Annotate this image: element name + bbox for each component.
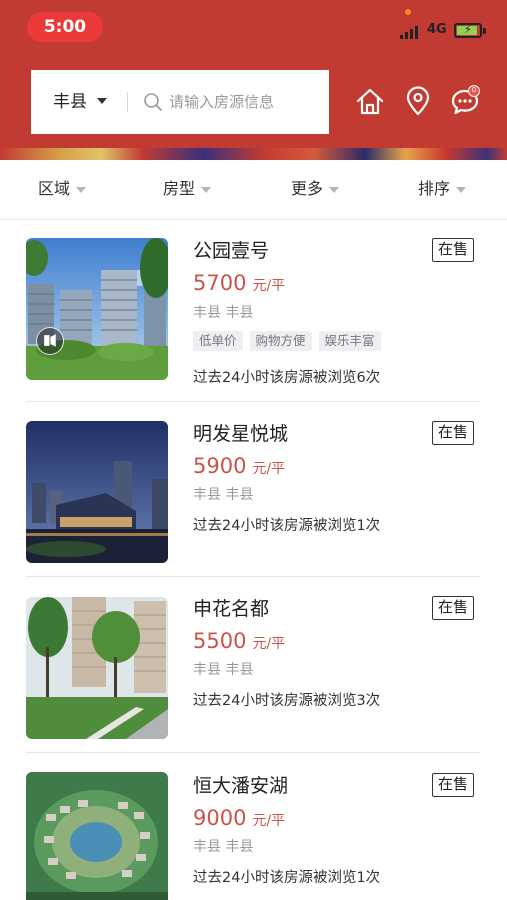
listing-name[interactable]: 申花名都 <box>193 594 269 621</box>
listing-views: 过去24小时该房源被浏览1次 <box>193 518 381 534</box>
filter-room-type[interactable]: 房型 <box>163 160 212 220</box>
tag: 低单价 <box>193 331 243 351</box>
listing-price: 5900 元/平 <box>193 454 285 478</box>
tag: 购物方便 <box>249 331 312 351</box>
search-input[interactable] <box>169 88 319 116</box>
listing-item[interactable]: 恒大潘安湖 在售 9000 元/平 丰县 丰县 过去24小时该房源被浏览1次 <box>0 754 507 900</box>
listing-name[interactable]: 恒大潘安湖 <box>193 771 288 798</box>
listing-location: 丰县 丰县 <box>193 487 254 503</box>
listing-price: 5700 元/平 <box>193 271 285 295</box>
listing-photo[interactable] <box>26 421 168 563</box>
signal-icon <box>400 26 418 39</box>
status-badge: 在售 <box>432 238 474 262</box>
network-type: 4G <box>427 22 447 37</box>
banner-image[interactable] <box>0 148 507 160</box>
chevron-down-icon[interactable] <box>97 98 107 104</box>
listing-photo[interactable] <box>26 772 168 900</box>
listing-tags: 低单价 购物方便 娱乐丰富 <box>193 331 381 351</box>
price-value: 9000 <box>193 806 247 830</box>
listing-views: 过去24小时该房源被浏览3次 <box>193 693 381 709</box>
video-icon[interactable] <box>36 327 64 355</box>
listing-photo[interactable] <box>26 597 168 739</box>
home-icon[interactable] <box>355 86 385 116</box>
listing-location: 丰县 丰县 <box>193 839 254 855</box>
filter-region[interactable]: 区域 <box>38 160 87 220</box>
listing-views: 过去24小时该房源被浏览1次 <box>193 870 381 886</box>
listing-views: 过去24小时该房源被浏览6次 <box>193 370 381 386</box>
listing-name[interactable]: 公园壹号 <box>193 236 269 263</box>
search-icon <box>144 93 162 111</box>
battery-cap <box>483 28 486 34</box>
listing-item[interactable]: 公园壹号 在售 5700 元/平 丰县 丰县 低单价 购物方便 娱乐丰富 过去24… <box>0 221 507 397</box>
battery-icon: ⚡ <box>454 23 482 38</box>
status-time: 5:00 <box>27 12 103 42</box>
chevron-down-icon <box>329 186 340 193</box>
filter-more[interactable]: 更多 <box>291 160 340 220</box>
listing-name[interactable]: 明发星悦城 <box>193 419 288 446</box>
header: 5:00 4G ⚡ 丰县 0 <box>0 0 507 152</box>
status-badge: 在售 <box>432 421 474 445</box>
listing-price: 9000 元/平 <box>193 806 285 830</box>
search-bar: 丰县 <box>31 70 329 134</box>
chevron-down-icon <box>456 186 467 193</box>
listing-item[interactable]: 申花名都 在售 5500 元/平 丰县 丰县 过去24小时该房源被浏览3次 <box>0 578 507 754</box>
price-value: 5700 <box>193 271 247 295</box>
divider <box>26 752 480 753</box>
price-unit: 元/平 <box>252 636 286 652</box>
listing-price: 5500 元/平 <box>193 629 285 653</box>
city-selector[interactable]: 丰县 <box>53 70 87 134</box>
location-pin-icon[interactable] <box>403 86 433 116</box>
filter-bar: 区域 房型 更多 排序 <box>0 160 507 220</box>
status-badge: 在售 <box>432 596 474 620</box>
message-badge: 0 <box>468 85 480 97</box>
status-badge: 在售 <box>432 773 474 797</box>
price-unit: 元/平 <box>252 813 286 829</box>
search-divider <box>127 92 128 112</box>
price-value: 5500 <box>193 629 247 653</box>
listing-location: 丰县 丰县 <box>193 305 254 321</box>
listing-item[interactable]: 明发星悦城 在售 5900 元/平 丰县 丰县 过去24小时该房源被浏览1次 <box>0 403 507 579</box>
price-unit: 元/平 <box>252 278 286 294</box>
price-unit: 元/平 <box>252 461 286 477</box>
price-value: 5900 <box>193 454 247 478</box>
divider <box>26 401 480 402</box>
privacy-indicator-dot <box>405 9 411 15</box>
filter-label: 房型 <box>163 179 196 198</box>
filter-label: 排序 <box>418 179 451 198</box>
divider <box>26 576 480 577</box>
tag: 娱乐丰富 <box>318 331 381 351</box>
listing-location: 丰县 丰县 <box>193 662 254 678</box>
filter-label: 区域 <box>38 179 71 198</box>
chevron-down-icon <box>76 186 87 193</box>
chevron-down-icon <box>201 186 212 193</box>
filter-sort[interactable]: 排序 <box>418 160 467 220</box>
filter-label: 更多 <box>291 179 324 198</box>
listing-photo[interactable] <box>26 238 168 380</box>
